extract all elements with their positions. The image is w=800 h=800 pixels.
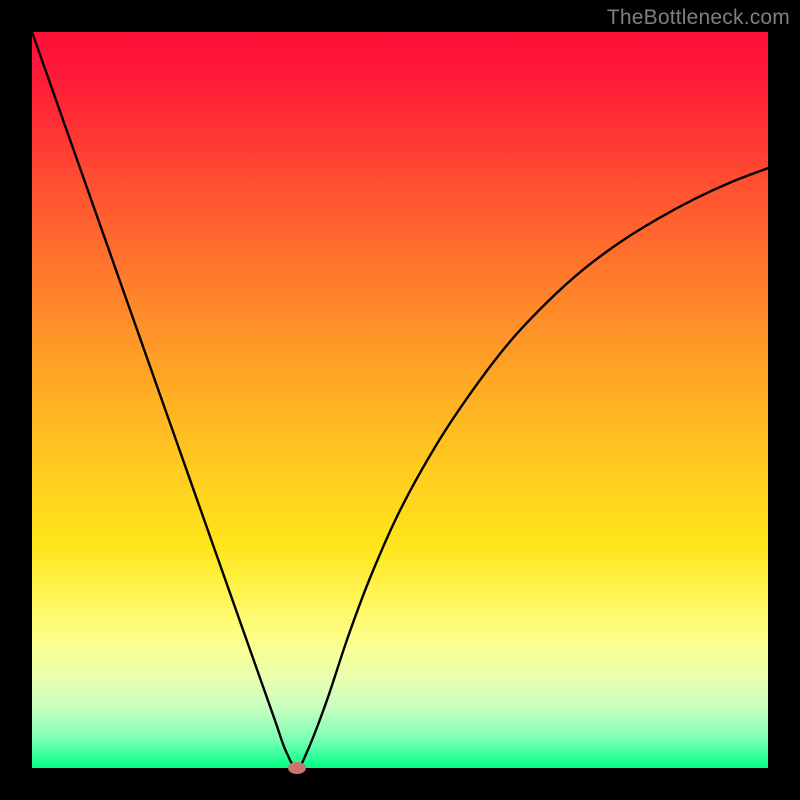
- plot-area: [32, 32, 768, 768]
- bottleneck-curve: [32, 32, 768, 768]
- chart-frame: TheBottleneck.com: [0, 0, 800, 800]
- minimum-marker: [288, 762, 306, 774]
- watermark-text: TheBottleneck.com: [607, 6, 790, 30]
